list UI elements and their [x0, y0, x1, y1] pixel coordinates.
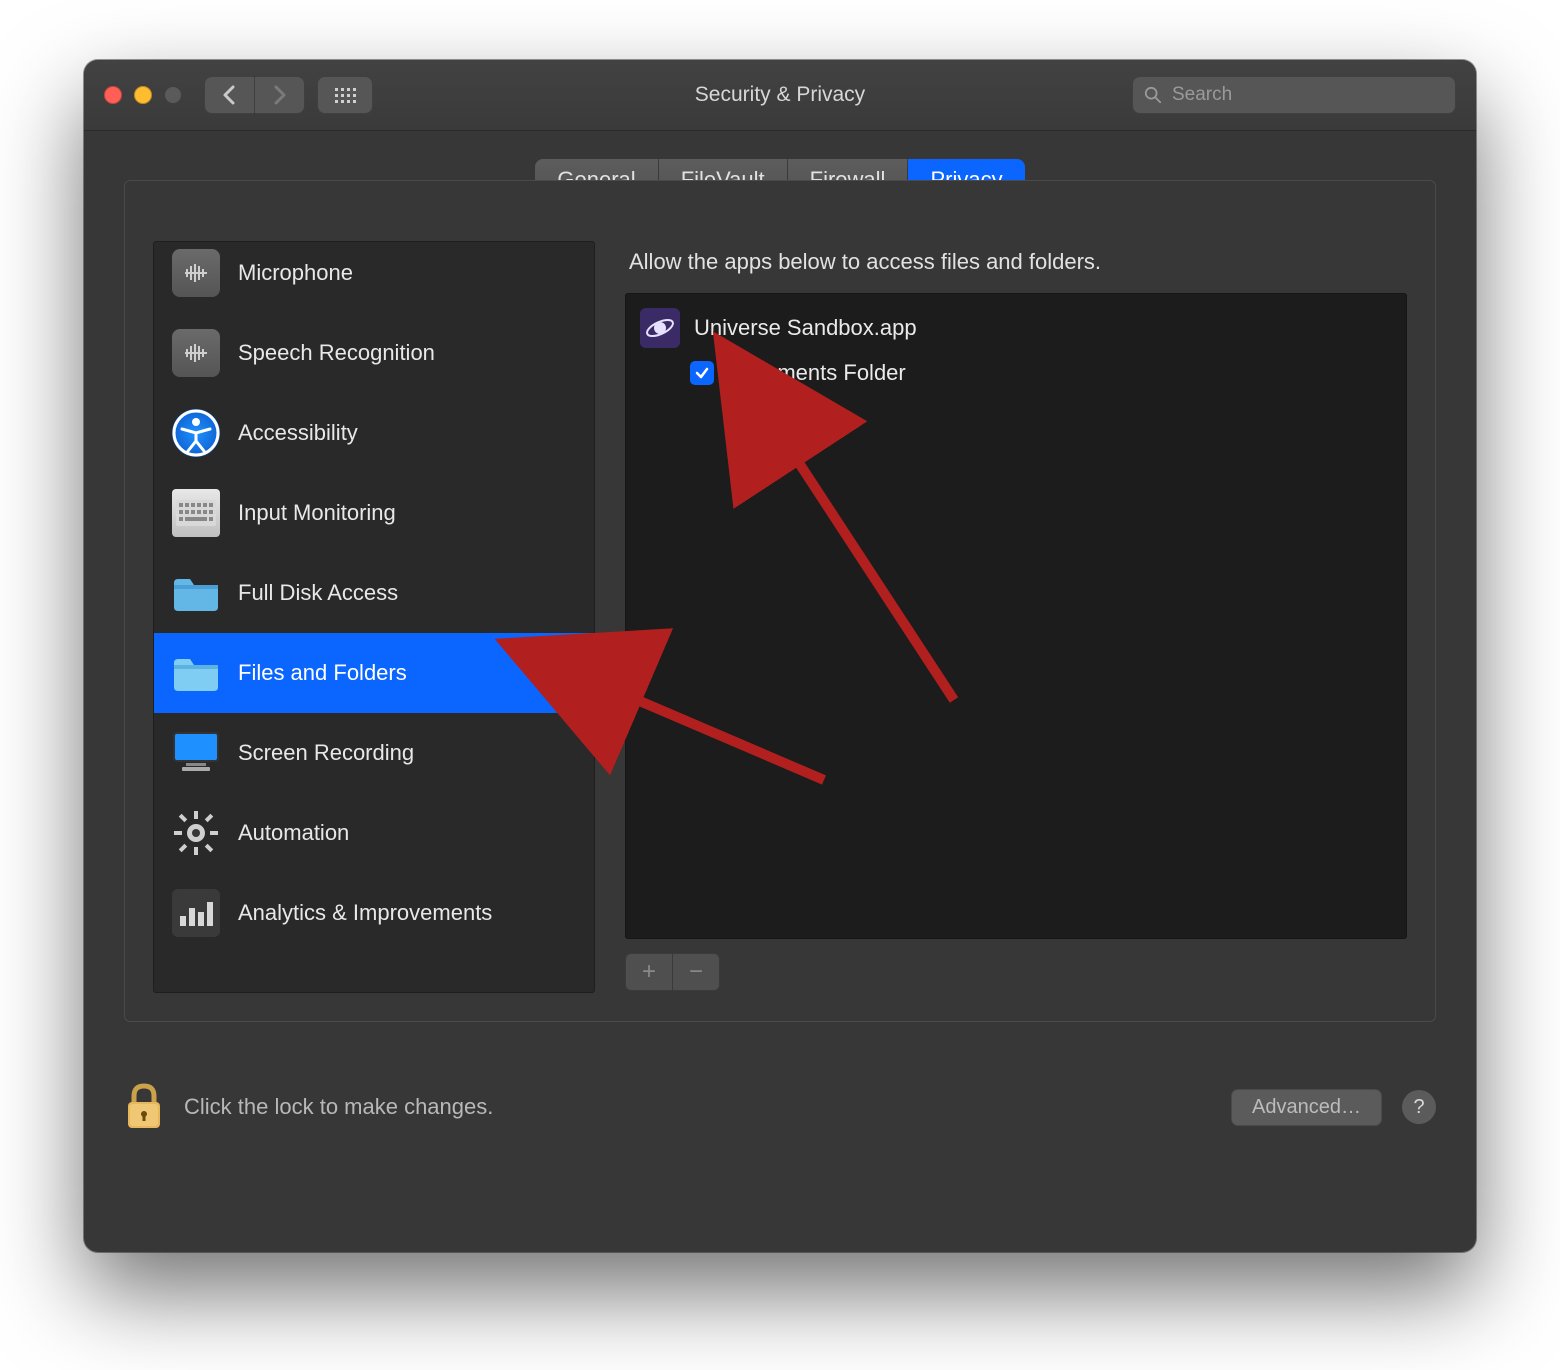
lock-row: Click the lock to make changes. Advanced… [124, 1082, 1436, 1132]
app-permission-row[interactable]: Documents Folder [690, 360, 1392, 386]
sidebar-item-input-monitoring[interactable]: Input Monitoring [154, 473, 594, 553]
sidebar-item-files-and-folders[interactable]: Files and Folders [154, 633, 594, 713]
nav-back-forward [204, 76, 305, 114]
sidebar-item-label: Speech Recognition [238, 340, 435, 366]
gear-icon [172, 809, 220, 857]
forward-button[interactable] [254, 76, 305, 114]
sidebar-item-label: Microphone [238, 260, 353, 286]
app-access-list[interactable]: Universe Sandbox.app Documents Folder [625, 293, 1407, 939]
advanced-button[interactable]: Advanced… [1231, 1089, 1382, 1126]
search-input[interactable] [1170, 83, 1444, 107]
app-icon [640, 308, 680, 348]
microphone-icon [172, 249, 220, 297]
privacy-panel: Microphone Speech Recognition [124, 180, 1436, 1022]
close-window-button[interactable] [104, 86, 122, 104]
add-app-button[interactable]: + [625, 953, 673, 991]
sidebar-item-label: Accessibility [238, 420, 358, 446]
back-button[interactable] [204, 76, 254, 114]
zoom-window-button[interactable] [164, 86, 182, 104]
show-all-button[interactable] [317, 76, 373, 114]
detail-headline: Allow the apps below to access files and… [629, 249, 1407, 275]
folder-icon [172, 569, 220, 617]
detail-pane: Allow the apps below to access files and… [625, 241, 1407, 991]
sidebar-item-label: Automation [238, 820, 349, 846]
preferences-window: Security & Privacy General FileVault Fir… [84, 60, 1476, 1252]
keyboard-icon [172, 489, 220, 537]
accessibility-icon [172, 409, 220, 457]
help-button[interactable]: ? [1402, 1090, 1436, 1124]
sidebar-item-label: Files and Folders [238, 660, 407, 686]
sidebar-item-microphone[interactable]: Microphone [154, 242, 594, 313]
sidebar-item-accessibility[interactable]: Accessibility [154, 393, 594, 473]
remove-app-button[interactable]: − [673, 953, 720, 991]
privacy-category-list[interactable]: Microphone Speech Recognition [153, 241, 595, 993]
permission-checkbox[interactable] [690, 361, 714, 385]
search-icon [1144, 86, 1162, 104]
search-field[interactable] [1132, 76, 1456, 114]
app-name: Universe Sandbox.app [694, 315, 917, 341]
sidebar-item-screen-recording[interactable]: Screen Recording [154, 713, 594, 793]
sidebar-item-analytics[interactable]: Analytics & Improvements [154, 873, 594, 953]
sidebar-item-automation[interactable]: Automation [154, 793, 594, 873]
traffic-lights [104, 86, 182, 104]
permission-label: Documents Folder [726, 360, 906, 386]
lock-text: Click the lock to make changes. [184, 1094, 1211, 1120]
titlebar: Security & Privacy [84, 60, 1476, 131]
grid-icon [335, 88, 356, 103]
sidebar-item-label: Input Monitoring [238, 500, 396, 526]
add-remove-buttons: + − [625, 953, 1407, 991]
minimize-window-button[interactable] [134, 86, 152, 104]
sidebar-item-full-disk-access[interactable]: Full Disk Access [154, 553, 594, 633]
bars-icon [172, 889, 220, 937]
monitor-icon [172, 729, 220, 777]
speech-icon [172, 329, 220, 377]
sidebar-item-label: Analytics & Improvements [238, 900, 492, 926]
app-row[interactable]: Universe Sandbox.app [640, 308, 1392, 348]
sidebar-item-speech-recognition[interactable]: Speech Recognition [154, 313, 594, 393]
sidebar-item-label: Screen Recording [238, 740, 414, 766]
sidebar-item-label: Full Disk Access [238, 580, 398, 606]
folder-icon [172, 649, 220, 697]
lock-icon[interactable] [124, 1082, 164, 1132]
